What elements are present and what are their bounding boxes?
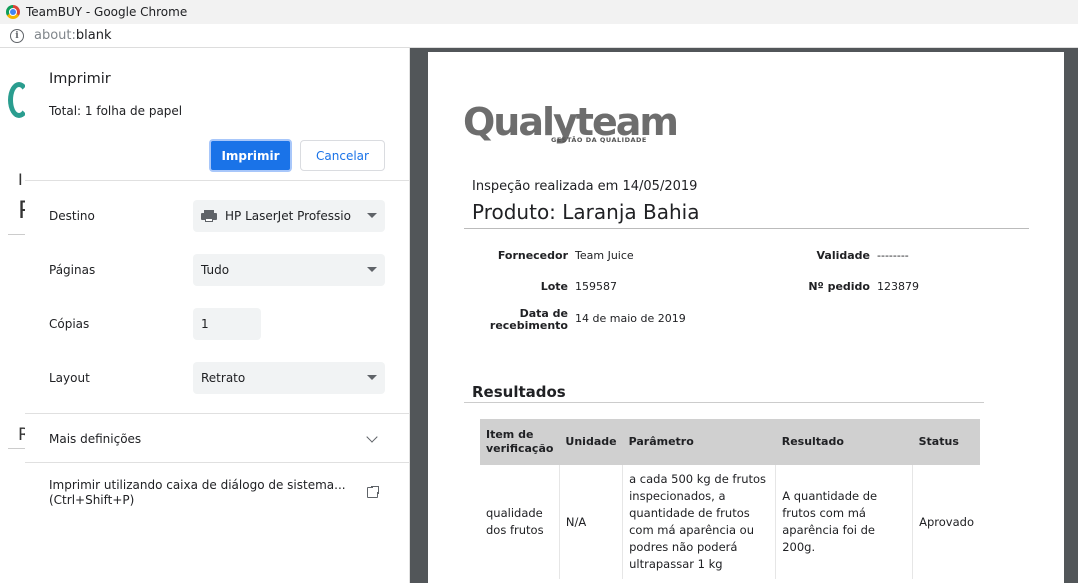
url-scheme: about: xyxy=(34,28,76,43)
qualyteam-logo: Qualyteam GESTÃO DA QUALIDADE xyxy=(463,102,679,144)
sheet-total: Total: 1 folha de papel xyxy=(49,104,182,118)
lot-value: 159587 xyxy=(575,280,617,293)
system-dialog-label: Imprimir utilizando caixa de diálogo de … xyxy=(49,478,346,492)
supplier-value: Team Juice xyxy=(575,249,634,262)
system-dialog-link[interactable]: Imprimir utilizando caixa de diálogo de … xyxy=(49,478,349,508)
sheet-total-prefix: Total: xyxy=(49,104,85,118)
cancel-button[interactable]: Cancelar xyxy=(300,140,385,171)
open-in-new-icon[interactable] xyxy=(367,485,380,498)
background-page: I P R xyxy=(0,48,25,583)
print-button[interactable]: Imprimir xyxy=(209,139,292,172)
window-title: TeamBUY - Google Chrome xyxy=(26,5,188,19)
info-icon[interactable]: i xyxy=(10,28,24,43)
destination-value: HP LaserJet Professio xyxy=(225,209,351,223)
lot-label: Lote xyxy=(540,280,568,293)
title-divider xyxy=(464,228,1029,229)
inspection-date: Inspeção realizada em 14/05/2019 xyxy=(472,179,698,194)
copies-input[interactable]: 1 xyxy=(193,308,261,340)
table-header-row: Item de verificação Unidade Parâmetro Re… xyxy=(480,419,980,465)
background-text-fragment: P xyxy=(18,196,25,224)
order-value: 123879 xyxy=(877,280,919,293)
background-text-fragment: I xyxy=(18,170,23,189)
receipt-date-label: Data de recebimento xyxy=(478,308,568,332)
validity-value: -------- xyxy=(877,249,909,262)
dialog-divider xyxy=(25,462,409,463)
table-header: Status xyxy=(912,419,980,465)
layout-value: Retrato xyxy=(201,371,246,385)
dropdown-caret-icon xyxy=(367,213,377,218)
table-row: qualidade dos frutos N/A a cada 500 kg d… xyxy=(480,465,980,579)
table-cell: qualidade dos frutos xyxy=(486,506,544,537)
print-dialog: Imprimir Total: 1 folha de papel Imprimi… xyxy=(25,48,410,583)
background-divider xyxy=(8,234,25,235)
results-title: Resultados xyxy=(472,383,566,401)
table-header: Item de verificação xyxy=(480,419,560,465)
results-divider xyxy=(464,402,984,403)
layout-label: Layout xyxy=(49,371,90,385)
pages-label: Páginas xyxy=(49,263,96,277)
receipt-date-label-line: recebimento xyxy=(489,319,568,332)
results-table: Item de verificação Unidade Parâmetro Re… xyxy=(480,419,980,579)
window-titlebar: TeamBUY - Google Chrome xyxy=(0,0,1078,24)
layout-select[interactable]: Retrato xyxy=(193,362,385,394)
table-cell: a cada 500 kg de frutos inspecionados, a… xyxy=(622,465,776,579)
table-header: Parâmetro xyxy=(622,419,776,465)
table-cell: N/A xyxy=(558,465,623,579)
receipt-date-value: 14 de maio de 2019 xyxy=(575,312,686,325)
pages-select[interactable]: Tudo xyxy=(193,254,385,286)
more-settings-label: Mais definições xyxy=(49,432,142,446)
background-divider xyxy=(8,448,25,449)
validity-label: Validade xyxy=(816,249,870,262)
background-logo-icon xyxy=(8,82,25,118)
copies-label: Cópias xyxy=(49,317,90,331)
table-header: Unidade xyxy=(559,419,623,465)
dialog-divider xyxy=(25,180,409,181)
supplier-label: Fornecedor xyxy=(497,249,568,262)
url-rest: blank xyxy=(75,28,112,43)
logo-tagline: GESTÃO DA QUALIDADE xyxy=(551,136,647,144)
preview-page: Qualyteam GESTÃO DA QUALIDADE Inspeção r… xyxy=(428,52,1064,583)
table-header: Resultado xyxy=(775,419,913,465)
address-bar[interactable]: i about: blank xyxy=(0,24,1078,48)
destination-label: Destino xyxy=(49,209,95,223)
table-cell: A quantidade de frutos com má aparência … xyxy=(775,465,913,579)
sheet-total-value: 1 folha de papel xyxy=(84,104,183,118)
dropdown-caret-icon xyxy=(367,375,377,380)
destination-select[interactable]: HP LaserJet Professio xyxy=(193,200,385,232)
table-cell: Aprovado xyxy=(912,465,980,579)
pages-value: Tudo xyxy=(201,263,230,277)
chrome-logo-icon xyxy=(6,5,20,19)
printer-icon xyxy=(201,210,217,222)
order-label: Nº pedido xyxy=(808,280,870,293)
dropdown-caret-icon xyxy=(367,267,377,272)
dialog-title: Imprimir xyxy=(49,71,111,87)
product-title: Produto: Laranja Bahia xyxy=(472,200,700,224)
background-text-fragment: R xyxy=(18,425,25,445)
system-dialog-shortcut: (Ctrl+Shift+P) xyxy=(49,493,135,507)
